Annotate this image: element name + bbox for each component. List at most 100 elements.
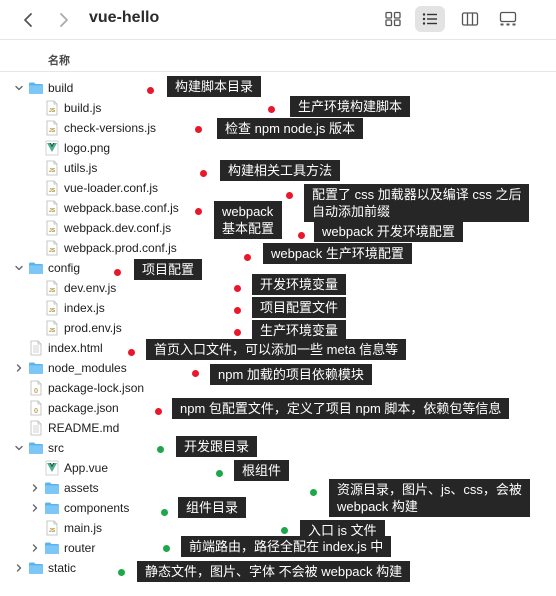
js-file-icon: JS	[44, 200, 60, 216]
annotation-dot	[163, 545, 170, 552]
file-name: prod.env.js	[64, 321, 122, 335]
chevron-right-icon[interactable]	[13, 361, 25, 375]
folder-row[interactable]: build	[0, 78, 556, 98]
file-name: check-versions.js	[64, 121, 157, 135]
annotation-label: 资源目录，图片、js、css，会被 webpack 构建	[329, 479, 530, 517]
annotation-dot	[195, 126, 202, 133]
file-name: src	[48, 441, 64, 455]
list-view-icon	[422, 13, 437, 25]
svg-text:{}: {}	[34, 408, 38, 414]
file-name: dev.env.js	[64, 281, 117, 295]
annotation-dot	[286, 192, 293, 199]
column-header-name: 名称	[48, 55, 70, 67]
svg-text:JS: JS	[49, 528, 56, 534]
svg-text:JS: JS	[49, 328, 56, 334]
folder-icon	[28, 560, 44, 576]
file-name: webpack.dev.conf.js	[64, 221, 172, 235]
chevron-left-icon	[24, 13, 32, 27]
file-name: utils.js	[64, 161, 98, 175]
svg-text:JS: JS	[49, 168, 56, 174]
gallery-view-button[interactable]	[493, 6, 523, 32]
folder-icon	[44, 480, 60, 496]
svg-text:JS: JS	[49, 308, 56, 314]
svg-text:JS: JS	[49, 188, 56, 194]
file-name: index.html	[48, 341, 103, 355]
grid-view-icon	[385, 11, 401, 27]
folder-icon	[28, 360, 44, 376]
annotation-dot	[128, 349, 135, 356]
chevron-right-icon[interactable]	[13, 561, 25, 575]
annotation-dot	[155, 408, 162, 415]
column-view-button[interactable]	[455, 6, 485, 32]
annotation-label: 构建脚本目录	[167, 76, 262, 97]
chevron-right-icon[interactable]	[29, 481, 41, 495]
file-row[interactable]: JS build.js	[0, 98, 556, 118]
file-name: index.js	[64, 301, 105, 315]
chevron-down-icon[interactable]	[13, 81, 25, 95]
file-name: components	[64, 501, 130, 515]
annotation-label: 检查 npm node.js 版本	[217, 118, 364, 139]
forward-button[interactable]	[52, 8, 76, 32]
annotation-label: webpack 基本配置	[214, 201, 283, 239]
chevron-right-icon[interactable]	[29, 541, 41, 555]
file-name: webpack.base.conf.js	[64, 201, 179, 215]
chevron-right-icon[interactable]	[29, 501, 41, 515]
annotation-label: webpack 生产环境配置	[263, 243, 412, 264]
folder-icon	[28, 260, 44, 276]
vue-file-icon	[44, 460, 60, 476]
folder-icon	[28, 80, 44, 96]
annotation-dot	[216, 470, 223, 477]
annotation-label: 开发跟目录	[176, 436, 258, 457]
folder-row[interactable]: src	[0, 438, 556, 458]
svg-text:{}: {}	[34, 388, 38, 394]
annotation-label: webpack 开发环境配置	[314, 221, 463, 242]
svg-text:JS: JS	[49, 208, 56, 214]
js-file-icon: JS	[44, 220, 60, 236]
annotation-dot	[200, 170, 207, 177]
file-row[interactable]: JS main.js	[0, 518, 556, 538]
svg-text:JS: JS	[49, 288, 56, 294]
annotation-label: npm 加载的项目依赖模块	[210, 364, 372, 385]
file-name: webpack.prod.conf.js	[64, 241, 177, 255]
annotation-dot	[234, 329, 241, 336]
finder-toolbar: vue-hello	[0, 0, 556, 40]
file-name: static	[48, 561, 77, 575]
js-file-icon: JS	[44, 100, 60, 116]
svg-text:JS: JS	[49, 228, 56, 234]
annotation-dot	[234, 307, 241, 314]
js-file-icon: JS	[44, 120, 60, 136]
annotation-dot	[192, 370, 199, 377]
js-file-icon: JS	[44, 280, 60, 296]
annotation-label: 前端路由，路径全配在 index.js 中	[181, 536, 392, 557]
file-name: build	[48, 81, 74, 95]
folder-icon	[44, 540, 60, 556]
annotation-label: 项目配置	[134, 259, 203, 280]
file-name: router	[64, 541, 96, 555]
column-view-icon	[461, 12, 479, 26]
grid-view-button[interactable]	[378, 6, 408, 32]
svg-text:JS: JS	[49, 248, 56, 254]
window-title: vue-hello	[89, 9, 160, 26]
list-view-button[interactable]	[415, 6, 445, 32]
annotation-label: 配置了 css 加载器以及编译 css 之后 自动添加前缀	[304, 184, 530, 222]
chevron-down-icon[interactable]	[13, 261, 25, 275]
file-name: App.vue	[64, 461, 109, 475]
annotation-dot	[310, 489, 317, 496]
annotation-label: 首页入口文件，可以添加一些 meta 信息等	[146, 339, 407, 360]
json-file-icon: {}	[28, 380, 44, 396]
js-file-icon: JS	[44, 300, 60, 316]
annotation-dot	[234, 285, 241, 292]
file-row[interactable]: README.md	[0, 418, 556, 438]
annotation-label: 生产环境构建脚本	[290, 96, 411, 117]
file-row[interactable]: logo.png	[0, 138, 556, 158]
js-file-icon: JS	[44, 320, 60, 336]
annotation-dot	[161, 509, 168, 516]
file-name: package.json	[48, 401, 119, 415]
annotation-label: 组件目录	[178, 497, 247, 518]
chevron-right-icon	[60, 13, 68, 27]
back-button[interactable]	[16, 8, 40, 32]
chevron-down-icon[interactable]	[13, 441, 25, 455]
svg-text:JS: JS	[49, 128, 56, 134]
column-header[interactable]: 名称	[0, 44, 556, 72]
js-file-icon: JS	[44, 240, 60, 256]
